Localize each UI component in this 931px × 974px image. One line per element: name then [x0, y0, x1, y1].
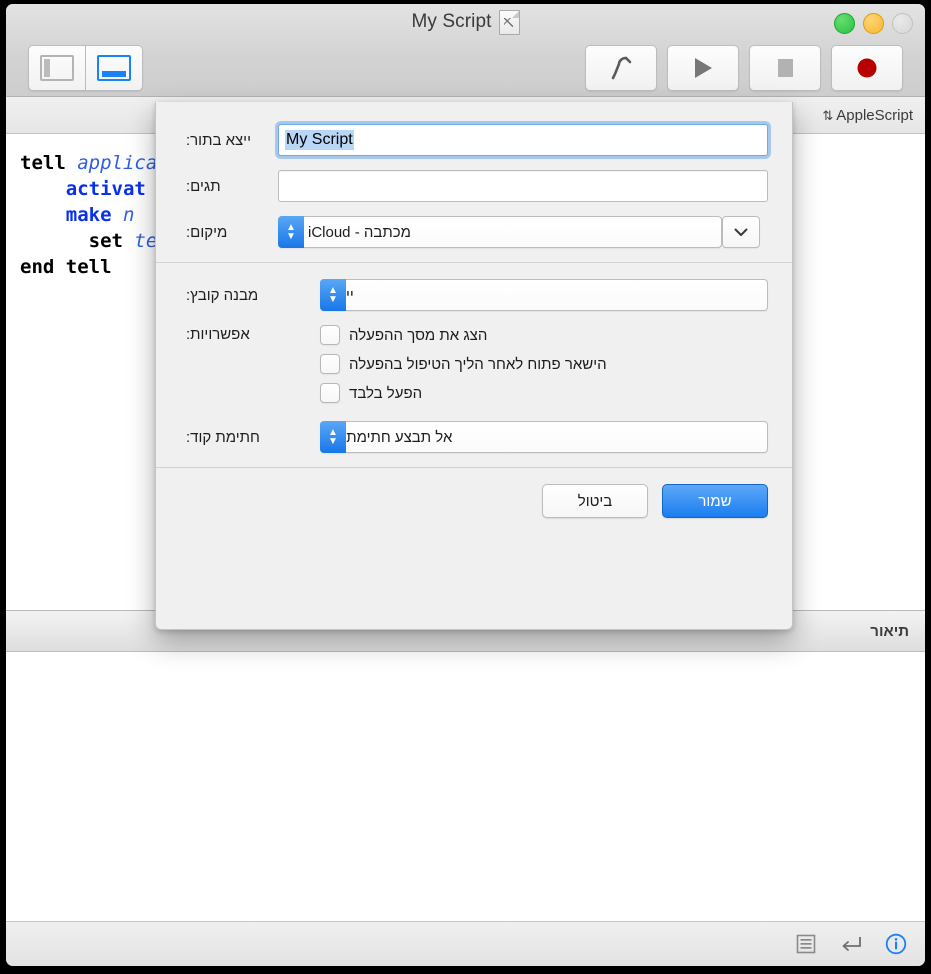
minimize-button[interactable] [863, 13, 884, 34]
info-circle-icon [885, 933, 907, 955]
export-as-row: My Script ייצא בתור: [156, 124, 792, 156]
zoom-button[interactable] [834, 13, 855, 34]
checkbox-stay-open[interactable] [320, 354, 340, 374]
code-signing-stepper-icon: ▲ ▼ [320, 421, 346, 453]
play-icon [695, 58, 712, 78]
sidebar-toggle-button[interactable] [28, 45, 86, 91]
option-item[interactable]: הפעל בלבד [320, 383, 422, 403]
chevron-down-icon [734, 228, 748, 236]
language-popup-button[interactable]: ⇅ AppleScript [818, 105, 917, 126]
tags-label: תגים: [186, 177, 221, 195]
options-list: הצג את מסך ההפעלה הישאר פתוח לאחר הליך ה… [278, 325, 768, 403]
save-button[interactable]: שמור [662, 484, 768, 518]
export-as-value: My Script [285, 130, 354, 150]
script-editor-window: My Script ⇅ AppleScript tell applicati a… [6, 4, 925, 966]
code-token: end tell [20, 256, 112, 278]
code-signing-row: ▲ ▼ אל תבצע חתימת קוד חתימת קוד: [156, 421, 792, 453]
language-popup-value: AppleScript [836, 106, 913, 124]
checkbox-run-only[interactable] [320, 383, 340, 403]
close-button[interactable] [892, 13, 913, 34]
run-button[interactable] [667, 45, 739, 91]
code-token: n [122, 204, 135, 226]
sidebar-pane-icon [40, 55, 74, 81]
checkbox-show-startup-screen[interactable] [320, 325, 340, 345]
bottom-pane-toggle-button[interactable] [86, 45, 143, 91]
file-format-label: מבנה קובץ: [186, 286, 259, 304]
location-label: מיקום: [186, 223, 228, 241]
return-button[interactable] [839, 934, 863, 954]
window-controls [834, 13, 913, 34]
bottom-pane-icon [97, 55, 131, 81]
options-row: הצג את מסך ההפעלה הישאר פתוח לאחר הליך ה… [156, 325, 792, 403]
code-signing-popup-button[interactable]: ▲ ▼ אל תבצע חתימת קוד [320, 421, 768, 453]
option-label: הפעל בלבד [349, 384, 423, 402]
lines-button[interactable] [795, 933, 817, 955]
code-token: set [88, 230, 135, 252]
page-title: My Script [411, 11, 492, 32]
status-bar [6, 921, 925, 966]
file-format-row: ▲▼ יישום מבנה קובץ: [156, 279, 792, 311]
toolbar [6, 42, 925, 94]
sheet-divider [156, 262, 792, 263]
compile-button[interactable] [585, 45, 657, 91]
hammer-icon [611, 56, 632, 80]
titlebar: My Script [6, 4, 925, 97]
options-label: אפשרויות: [186, 326, 250, 343]
tags-row: תגים: [156, 170, 792, 202]
export-as-input[interactable]: My Script [278, 124, 768, 156]
script-document-icon [498, 9, 520, 35]
option-label: הישאר פתוח לאחר הליך הטיפול בהפעלה [349, 355, 607, 373]
export-as-label: ייצא בתור: [186, 131, 251, 149]
location-stepper-icon: ▲ ▼ [278, 216, 304, 248]
save-sheet-dialog: My Script ייצא בתור: תגים: ▲ ▼ מכתבה - i… [155, 102, 793, 630]
info-button[interactable] [885, 933, 907, 955]
stop-square-icon [778, 59, 793, 77]
option-item[interactable]: הישאר פתוח לאחר הליך הטיפול בהפעלה [320, 354, 607, 374]
expand-browser-button[interactable] [722, 216, 760, 248]
cancel-button[interactable]: ביטול [542, 484, 648, 518]
toolbar-view-group [28, 45, 143, 91]
chevron-updown-icon: ⇅ [822, 107, 834, 123]
location-value: מכתבה - iCloud [308, 223, 411, 241]
code-signing-label: חתימת קוד: [186, 428, 260, 446]
sheet-buttons: שמור ביטול [156, 468, 768, 518]
option-item[interactable]: הצג את מסך ההפעלה [320, 325, 487, 345]
stop-button[interactable] [749, 45, 821, 91]
option-label: הצג את מסך ההפעלה [349, 326, 488, 344]
location-row: ▲ ▼ מכתבה - iCloud מיקום: [156, 216, 792, 248]
tags-input[interactable] [278, 170, 768, 202]
code-token: tell [20, 152, 78, 174]
record-button[interactable] [831, 45, 903, 91]
return-arrow-icon [842, 937, 861, 951]
tab-description[interactable]: תיאור [870, 623, 909, 640]
file-format-popup-button[interactable]: ▲▼ יישום [320, 279, 768, 311]
description-panel[interactable] [6, 652, 925, 921]
code-token: make [65, 204, 123, 226]
code-token: activat [65, 178, 146, 200]
location-popup-button[interactable]: ▲ ▼ מכתבה - iCloud [278, 216, 722, 248]
list-lines-icon [796, 934, 816, 954]
title-row: My Script [6, 4, 925, 40]
record-circle-icon [857, 58, 877, 78]
toolbar-run-group [585, 45, 903, 91]
file-format-stepper-icon: ▲ ▼ [320, 279, 346, 311]
